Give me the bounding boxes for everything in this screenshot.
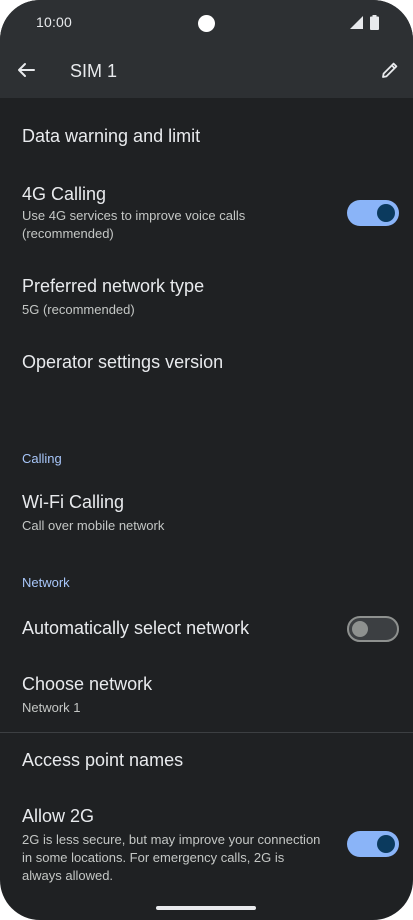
divider [0, 732, 413, 733]
item-subtitle: Call over mobile network [22, 518, 165, 533]
item-title: Operator settings version [22, 352, 224, 372]
status-time: 10:00 [36, 14, 73, 30]
toggle-knob [377, 835, 395, 853]
operator-settings-item[interactable]: Operator settings version [0, 342, 413, 386]
arrow-back-icon [18, 63, 35, 77]
choose-network-item[interactable]: Choose network Network 1 [0, 666, 413, 722]
item-title: Automatically select network [22, 618, 250, 638]
allow-2g-item[interactable]: Allow 2G 2G is less secure, but may impr… [0, 798, 413, 888]
app-bar: SIM 1 [0, 46, 413, 98]
phone-screen: 10:00 SIM 1 Data warning and limit 4G Ca… [0, 0, 413, 920]
page-title: SIM 1 [70, 61, 118, 81]
pencil-icon [382, 62, 398, 78]
item-title: Allow 2G [22, 806, 95, 826]
item-subtitle: always allowed. [22, 868, 114, 883]
item-subtitle: 2G is less secure, but may improve your … [22, 832, 321, 847]
wifi-calling-item[interactable]: Wi-Fi Calling Call over mobile network [0, 484, 413, 540]
item-subtitle: (recommended) [22, 226, 114, 241]
section-header-calling: Calling [22, 451, 62, 466]
item-subtitle: Use 4G services to improve voice calls [22, 208, 246, 223]
item-subtitle: Network 1 [22, 700, 81, 715]
status-bar: 10:00 [0, 0, 413, 46]
data-warning-item[interactable]: Data warning and limit [0, 114, 413, 162]
toggle-knob [377, 204, 395, 222]
camera-cutout [198, 15, 215, 32]
item-subtitle: 5G (recommended) [22, 302, 135, 317]
item-title: Wi-Fi Calling [22, 492, 125, 512]
edit-button[interactable] [376, 56, 404, 84]
item-title: Preferred network type [22, 276, 205, 296]
toggle-knob [352, 621, 368, 637]
home-indicator[interactable] [156, 906, 256, 910]
allow-2g-toggle[interactable] [347, 831, 399, 857]
item-subtitle: in some locations. For emergency calls, … [22, 850, 285, 865]
item-title: Access point names [22, 750, 184, 770]
battery-icon [370, 15, 379, 30]
preferred-network-item[interactable]: Preferred network type 5G (recommended) [0, 268, 413, 324]
4g-calling-toggle[interactable] [347, 200, 399, 226]
signal-icon [350, 16, 363, 29]
access-point-names-item[interactable]: Access point names [0, 742, 413, 786]
settings-list: Data warning and limit 4G Calling Use 4G… [0, 98, 413, 920]
back-button[interactable] [12, 56, 40, 84]
item-title: Data warning and limit [22, 126, 201, 146]
item-title: 4G Calling [22, 184, 107, 204]
4g-calling-item[interactable]: 4G Calling Use 4G services to improve vo… [0, 178, 413, 248]
auto-select-toggle[interactable] [347, 616, 399, 642]
auto-select-network-item[interactable]: Automatically select network [0, 608, 413, 652]
item-title: Choose network [22, 674, 153, 694]
section-header-network: Network [22, 575, 70, 590]
top-bar: 10:00 SIM 1 [0, 0, 413, 98]
